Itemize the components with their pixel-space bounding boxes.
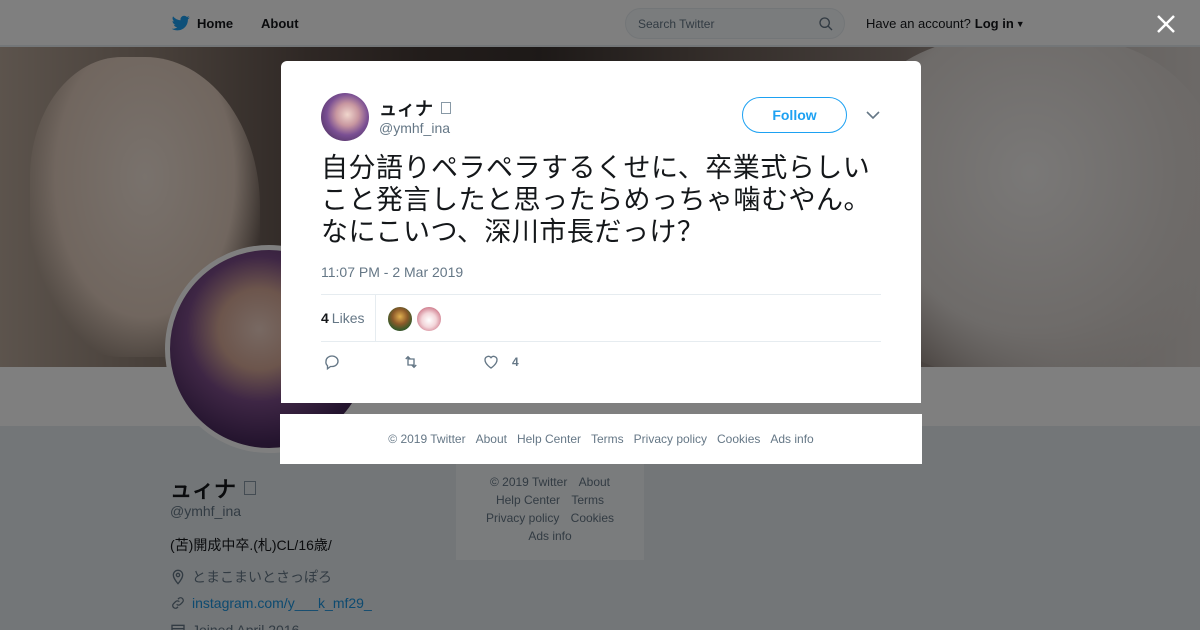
tweet-actions: 4 bbox=[321, 353, 621, 373]
chevron-down-icon[interactable] bbox=[865, 107, 881, 123]
protected-icon bbox=[441, 102, 451, 114]
modal-footer-help[interactable]: Help Center bbox=[517, 432, 581, 446]
tweet-timestamp[interactable]: 11:07 PM - 2 Mar 2019 bbox=[321, 264, 463, 280]
likes-count[interactable]: 4 Likes bbox=[321, 310, 364, 326]
close-icon[interactable] bbox=[1155, 13, 1177, 35]
like-button[interactable]: 4 bbox=[482, 353, 519, 371]
likes-count-number: 4 bbox=[321, 310, 329, 326]
modal-footer-terms[interactable]: Terms bbox=[591, 432, 624, 446]
likes-count-label: Likes bbox=[331, 310, 365, 326]
tweet-modal: ュィナ @ymhf_ina Follow 自分語りペラペラするくせに、卒業式らし… bbox=[281, 61, 921, 403]
heart-icon bbox=[484, 355, 498, 369]
modal-footer-copyright: © 2019 Twitter bbox=[388, 432, 466, 446]
tweet-author-name[interactable]: ュィナ bbox=[379, 95, 451, 121]
like-action-count: 4 bbox=[512, 355, 519, 369]
reply-button[interactable] bbox=[323, 353, 341, 371]
modal-footer-privacy[interactable]: Privacy policy bbox=[634, 432, 707, 446]
tweet-text: 自分語りペラペラするくせに、卒業式らしいこと発言したと思ったらめっちゃ噛むやん。… bbox=[321, 153, 871, 248]
modal-footer-about[interactable]: About bbox=[476, 432, 507, 446]
retweet-button[interactable] bbox=[402, 353, 420, 371]
modal-footer-ads[interactable]: Ads info bbox=[770, 432, 813, 446]
reply-icon bbox=[325, 355, 339, 371]
modal-footer: © 2019 Twitter About Help Center Terms P… bbox=[280, 414, 922, 464]
follow-button[interactable]: Follow bbox=[742, 97, 847, 133]
liker-avatar[interactable] bbox=[387, 306, 413, 332]
tweet-author-handle[interactable]: @ymhf_ina bbox=[379, 120, 450, 136]
tweet-author-avatar[interactable] bbox=[321, 93, 369, 141]
tweet-stats: 4 Likes bbox=[321, 294, 881, 342]
stats-divider bbox=[375, 295, 376, 342]
tweet-author-name-text[interactable]: ュィナ bbox=[379, 95, 433, 121]
retweet-icon bbox=[405, 355, 417, 369]
modal-footer-cookies[interactable]: Cookies bbox=[717, 432, 760, 446]
liker-avatar[interactable] bbox=[416, 306, 442, 332]
